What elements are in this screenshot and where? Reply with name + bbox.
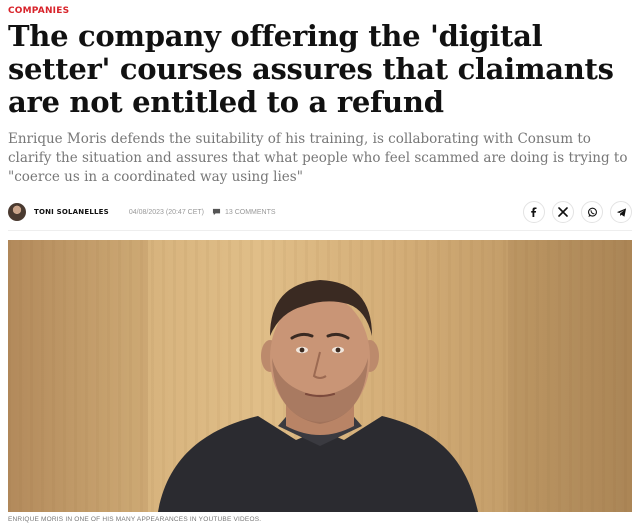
section-label[interactable]: COMPANIES [8, 6, 69, 16]
subhead: Enrique Moris defends the suitability of… [8, 131, 628, 185]
facebook-icon [531, 207, 537, 217]
author-name[interactable]: TONI SOLANELLES [34, 208, 109, 216]
x-share-button[interactable] [552, 201, 574, 223]
telegram-share-button[interactable] [610, 201, 632, 223]
divider [8, 230, 632, 231]
x-icon [558, 207, 568, 217]
comment-icon[interactable] [212, 208, 221, 216]
man-portrait [8, 240, 632, 512]
whatsapp-icon [587, 207, 597, 217]
author-avatar[interactable] [8, 203, 26, 221]
telegram-icon [616, 207, 626, 217]
image-caption: ENRIQUE MORIS IN ONE OF HIS MANY APPEARA… [8, 516, 262, 523]
article-image[interactable] [8, 240, 632, 512]
headline: The company offering the 'digital setter… [8, 19, 614, 119]
publish-date: 04/08/2023 (20:47 CET) [128, 208, 204, 216]
comments-link[interactable]: 13 COMMENTS [225, 209, 276, 216]
article-page: COMPANIES The company offering the 'digi… [0, 0, 638, 532]
facebook-share-button[interactable] [523, 201, 545, 223]
share-buttons [523, 201, 632, 223]
byline: TONI SOLANELLES 04/08/2023 (20:47 CET) 1… [8, 199, 632, 225]
whatsapp-share-button[interactable] [581, 201, 603, 223]
